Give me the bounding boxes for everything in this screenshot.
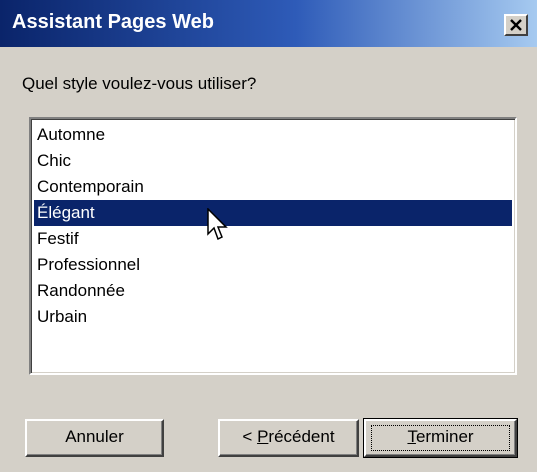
- list-item[interactable]: Chic: [34, 148, 512, 174]
- window-title: Assistant Pages Web: [12, 11, 214, 33]
- list-item[interactable]: Urbain: [34, 304, 512, 330]
- finish-button[interactable]: Terminer: [363, 418, 518, 458]
- list-item[interactable]: Professionnel: [34, 252, 512, 278]
- list-item[interactable]: Festif: [34, 226, 512, 252]
- finish-mnemonic: T: [407, 427, 416, 446]
- close-button[interactable]: [504, 14, 528, 36]
- list-item-selected[interactable]: Élégant: [34, 200, 512, 226]
- previous-button-label: < Précédent: [242, 427, 334, 446]
- title-bar[interactable]: Assistant Pages Web: [0, 0, 537, 47]
- previous-prefix: <: [242, 427, 258, 446]
- style-prompt: Quel style voulez-vous utiliser?: [22, 74, 257, 93]
- previous-button[interactable]: < Précédent: [218, 419, 359, 457]
- mouse-pointer-icon: [207, 208, 228, 241]
- cancel-button-label: Annuler: [65, 427, 124, 446]
- list-item[interactable]: Automne: [34, 122, 512, 148]
- previous-mnemonic: P: [257, 427, 269, 446]
- previous-rest: récédent: [268, 427, 335, 446]
- close-icon: [510, 19, 522, 31]
- cancel-button[interactable]: Annuler: [25, 419, 164, 457]
- list-item[interactable]: Randonnée: [34, 278, 512, 304]
- finish-button-label: Terminer: [407, 427, 473, 446]
- style-listbox[interactable]: Automne Chic Contemporain Élégant Festif…: [29, 117, 517, 375]
- list-item[interactable]: Contemporain: [34, 174, 512, 200]
- style-list: Automne Chic Contemporain Élégant Festif…: [34, 122, 512, 330]
- finish-rest: erminer: [415, 427, 474, 446]
